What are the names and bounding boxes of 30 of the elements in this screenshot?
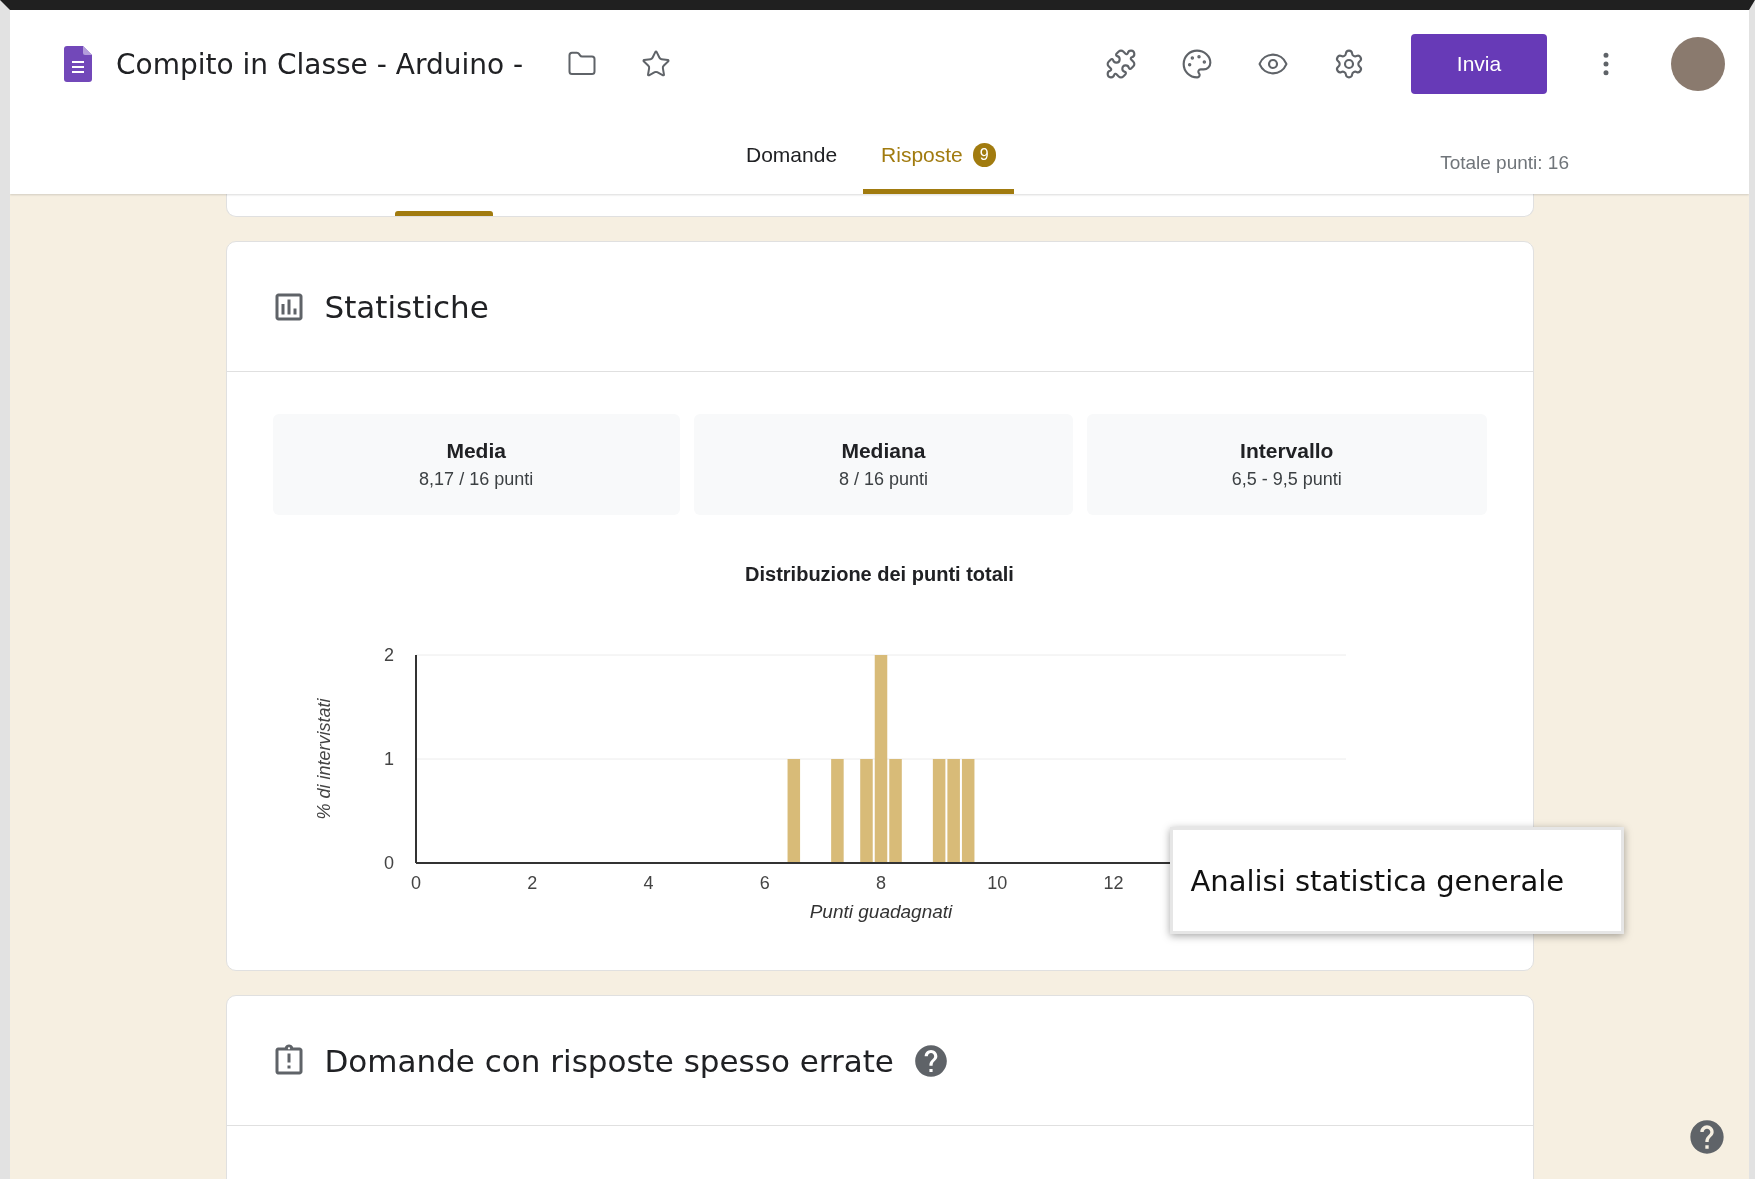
x-axis-title: Punti guadagnati: [809, 901, 952, 922]
card-title: Domande con risposte spesso errate: [324, 1042, 894, 1079]
tab[interactable]: Domande: [728, 138, 856, 194]
y-tick-label: 0: [383, 853, 394, 873]
stat-label: Media: [446, 439, 506, 463]
x-tick-label: 2: [526, 873, 537, 893]
count-badge: 9: [972, 142, 996, 167]
form-title[interactable]: Compito in Classe - Arduino -: [116, 47, 524, 81]
stat-value: 6,5 - 9,5 punti: [1231, 469, 1342, 490]
help-icon[interactable]: [1687, 1117, 1727, 1157]
x-tick-label: 8: [875, 873, 886, 893]
chart-title: Distribuzione dei punti totali: [744, 563, 1015, 586]
y-tick-label: 1: [383, 749, 394, 769]
card-title: Statistiche: [324, 288, 489, 325]
stat-label: Intervallo: [1240, 439, 1334, 463]
y-tick-label: 2: [383, 645, 394, 665]
stat-value: 8,17 / 16 punti: [419, 469, 534, 490]
callout-label: Analisi statistica generale: [1169, 827, 1624, 934]
x-tick-label: 0: [410, 873, 421, 893]
stat-label: Mediana: [841, 439, 926, 463]
y-axis-title: % di intervistati: [313, 698, 334, 820]
x-tick-label: 6: [759, 873, 770, 893]
avatar[interactable]: [1671, 37, 1725, 91]
x-tick-label: 4: [643, 873, 653, 893]
forms-logo-icon: [64, 46, 92, 82]
x-tick-label: 12: [1103, 873, 1123, 893]
send-button[interactable]: Invia: [1411, 34, 1547, 94]
stat-value: 8 / 16 punti: [838, 469, 928, 490]
total-points: Totale punti: 16: [1440, 152, 1569, 174]
x-tick-label: 10: [986, 873, 1007, 893]
